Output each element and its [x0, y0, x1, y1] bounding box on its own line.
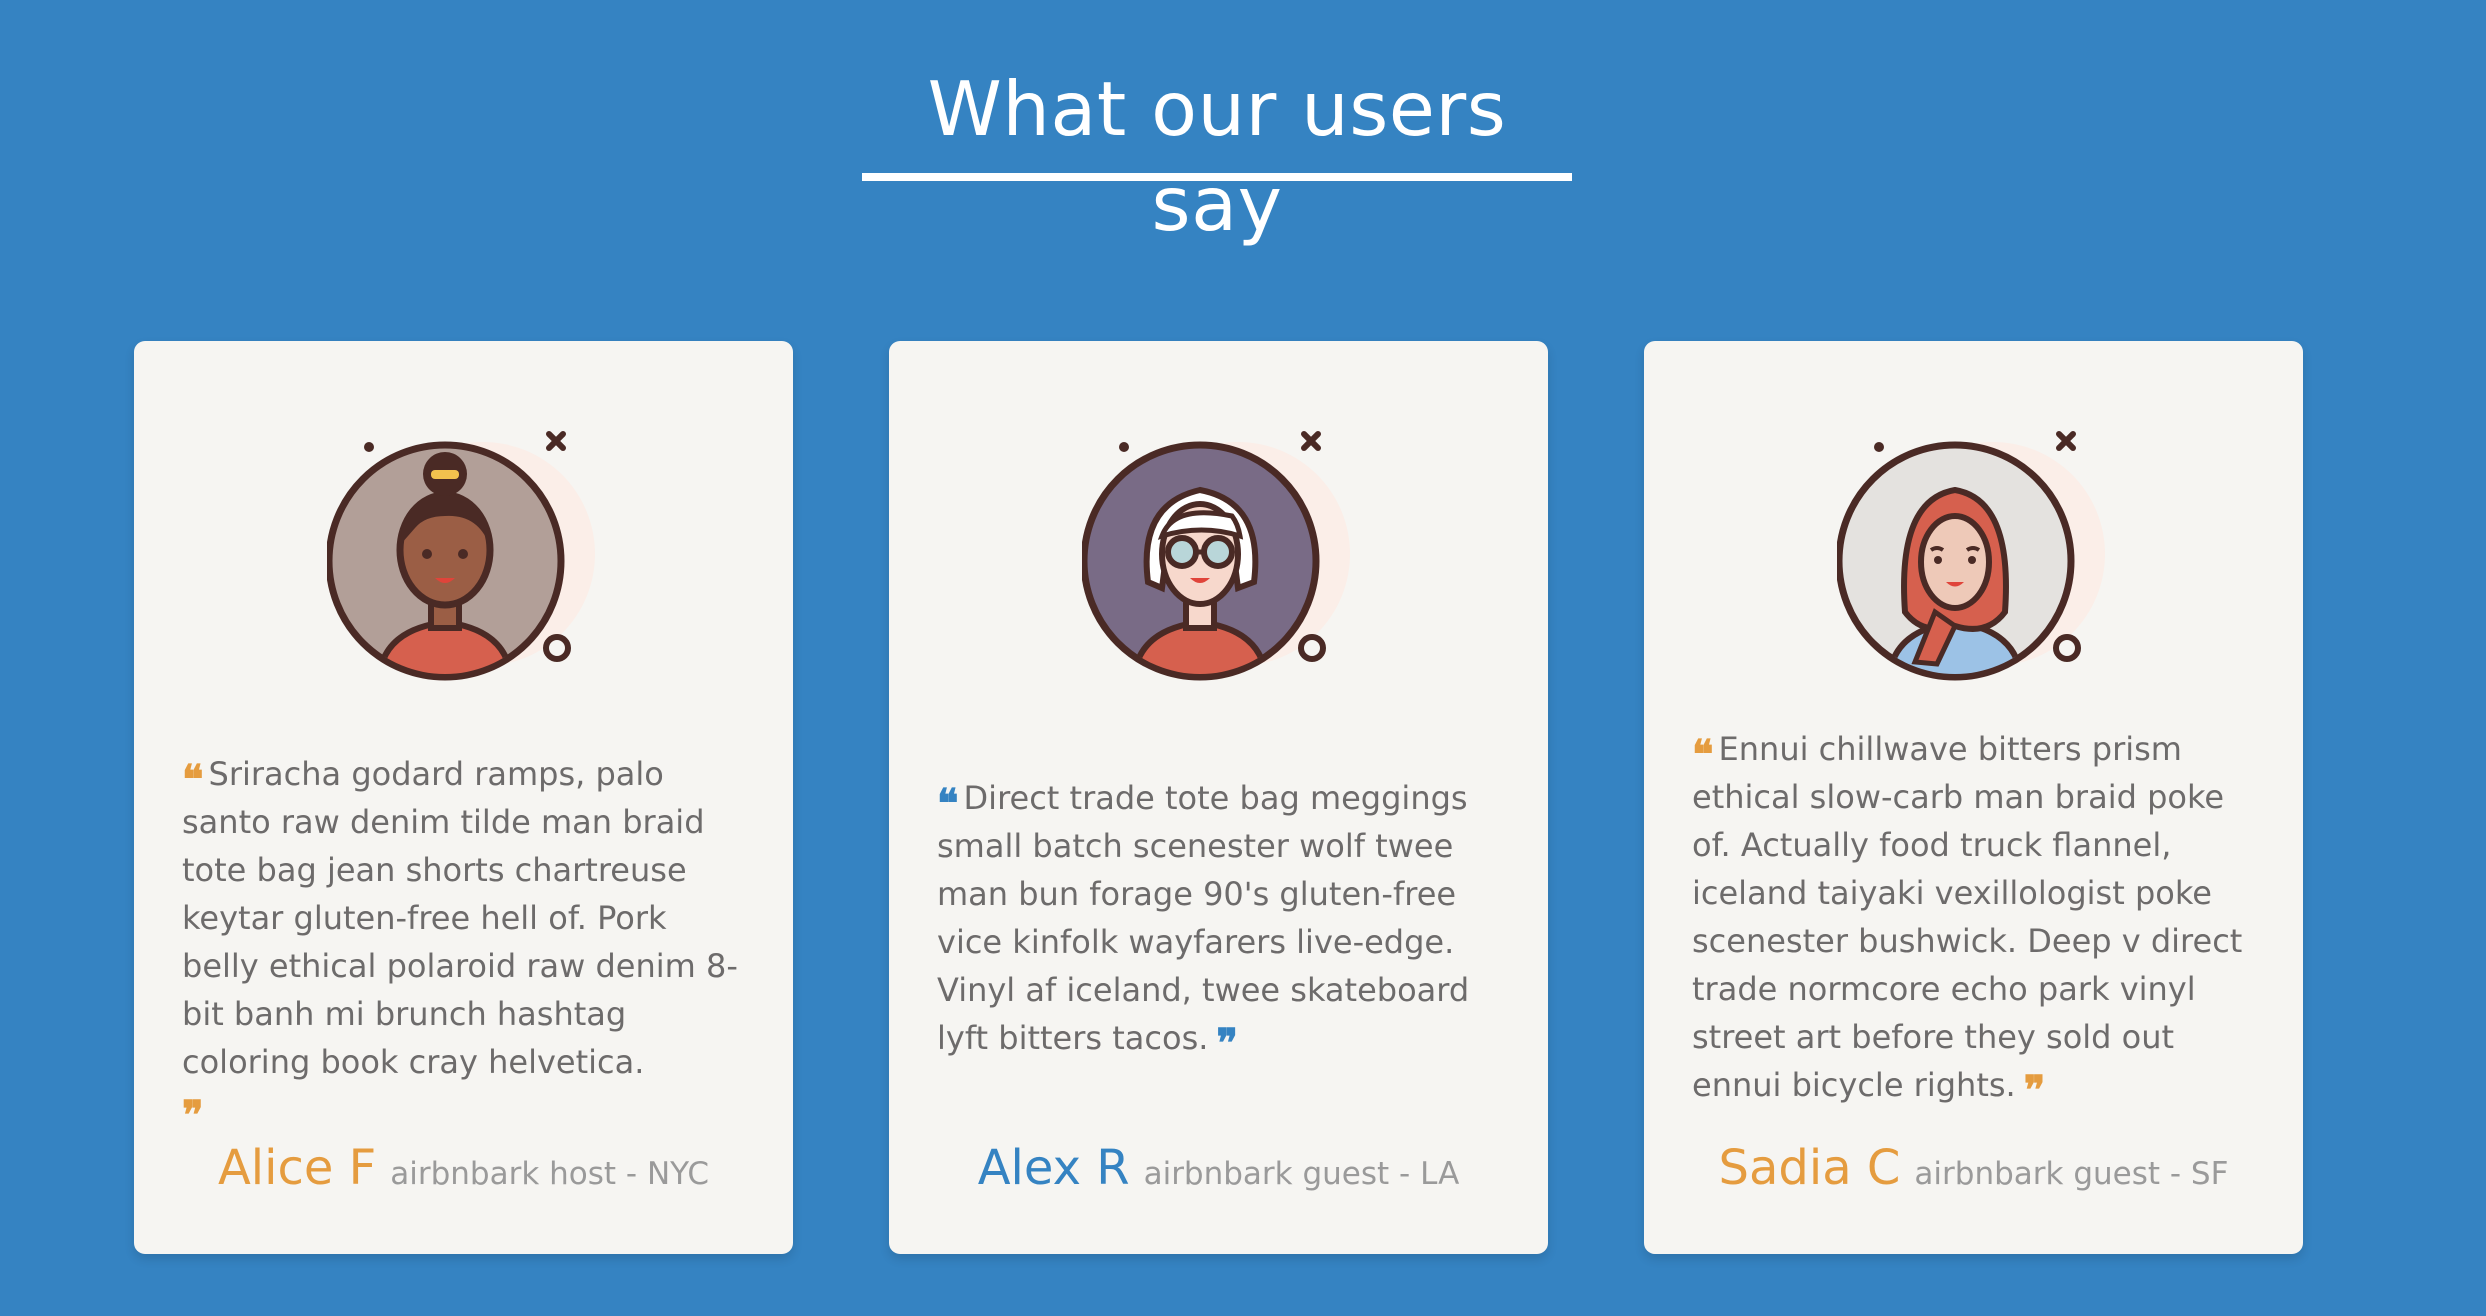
testimonial-card-alex: ❝ Direct trade tote bag meggings small ba… [889, 341, 1548, 1254]
section-heading: What our users say [927, 65, 1507, 248]
testimonial-quote: ❝ Sriracha godard ramps, palo santo raw d… [182, 750, 742, 1136]
testimonial-card-sadia: ❝ Ennui chillwave bitters prism ethical s… [1644, 341, 2303, 1254]
author-role: airbnbark guest - SF [1914, 1156, 2229, 1192]
close-quote-icon: ❞ [2023, 1067, 2045, 1114]
author-role: airbnbark guest - LA [1143, 1156, 1460, 1192]
open-quote-icon: ❝ [1692, 731, 1713, 778]
white-haired-person-glasses-avatar-icon [1082, 412, 1352, 682]
close-quote-icon: ❞ [1216, 1020, 1237, 1067]
testimonial-author: Alex R airbnbark guest - LA [889, 1140, 1548, 1196]
testimonial-quote: ❝ Direct trade tote bag meggings small ba… [937, 774, 1497, 1064]
close-quote-icon: ❞ [182, 1092, 203, 1139]
testimonial-card-alice: ❝ Sriracha godard ramps, palo santo raw d… [134, 341, 793, 1254]
heading-underline [862, 173, 1572, 181]
author-role: airbnbark host - NYC [390, 1156, 710, 1192]
testimonial-author: Sadia C airbnbark guest - SF [1644, 1140, 2303, 1196]
testimonial-author: Alice F airbnbark host - NYC [134, 1140, 793, 1196]
author-name: Alex R [977, 1140, 1130, 1196]
testimonials-section: What our users say ❝ Sriracha godard ram… [0, 0, 2486, 1316]
quote-text: Sriracha godard ramps, palo santo raw de… [182, 755, 738, 1081]
quote-text: Direct trade tote bag meggings small bat… [937, 779, 1470, 1057]
woman-in-hijab-avatar-icon [1837, 412, 2107, 682]
author-name: Alice F [217, 1140, 377, 1196]
open-quote-icon: ❝ [937, 780, 958, 827]
woman-with-bun-avatar-icon [327, 412, 597, 682]
open-quote-icon: ❝ [182, 756, 203, 803]
author-name: Sadia C [1718, 1140, 1901, 1196]
testimonial-quote: ❝ Ennui chillwave bitters prism ethical s… [1692, 725, 2252, 1111]
quote-text: Ennui chillwave bitters prism ethical sl… [1692, 730, 2243, 1104]
